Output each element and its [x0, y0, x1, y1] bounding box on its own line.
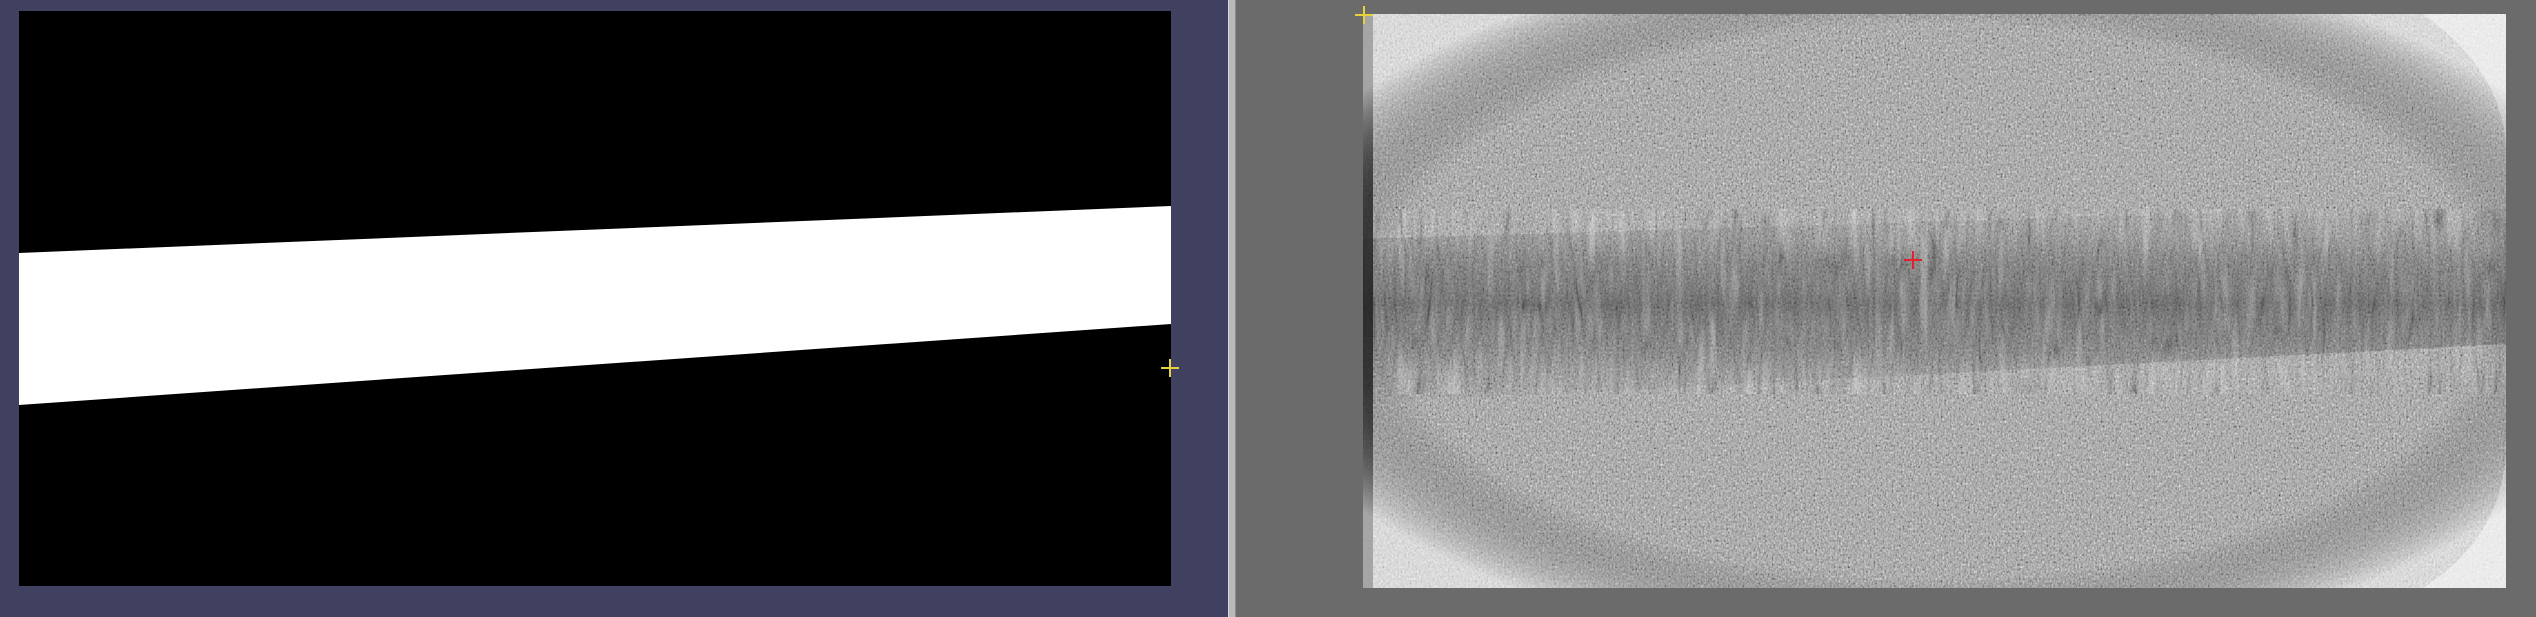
- mask-svg: [19, 11, 1171, 586]
- segmentation-mask-viewport[interactable]: [0, 0, 1228, 617]
- tomogram-viewport[interactable]: [1236, 0, 2536, 617]
- tomogram-image[interactable]: [1363, 14, 2506, 588]
- crosshair-icon: [1904, 251, 1924, 271]
- tomogram-vignette: [1363, 14, 2506, 588]
- crosshair-icon: [1161, 359, 1179, 377]
- crosshair-icon: [1355, 6, 1373, 24]
- panel-splitter[interactable]: [1228, 0, 1236, 617]
- mask-image[interactable]: [19, 11, 1171, 586]
- tomogram-svg: [1363, 14, 2506, 588]
- app-window: [0, 0, 2536, 617]
